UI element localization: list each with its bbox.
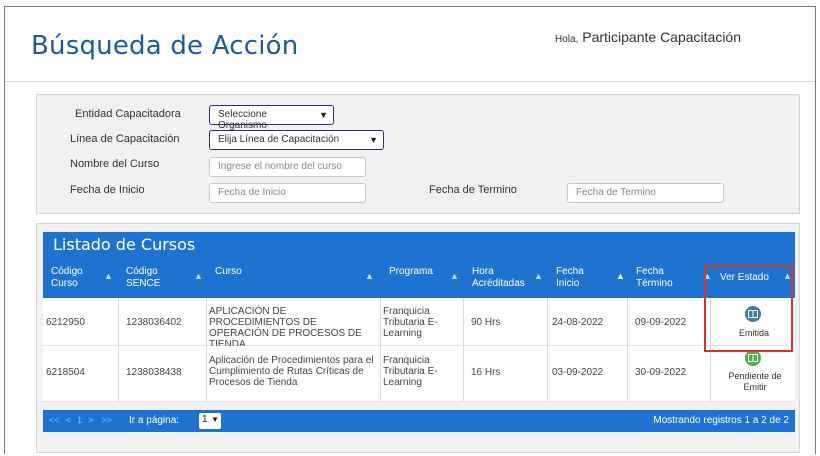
page-select-value: 1 [202, 414, 208, 425]
cell-divider [547, 298, 548, 345]
course-listing: Listado de Cursos Código Curso ▲︎ Código… [36, 223, 800, 453]
cell-divider [118, 298, 119, 345]
programa: Franquicia Tributaria E-Learning [383, 306, 438, 339]
pagination-bar: << < 1 > >> Ir a página: 1 ▼ Mostrando r… [43, 410, 795, 432]
cell-divider [463, 346, 464, 401]
nombre-curso-input[interactable]: Ingrese el nombre del curso [209, 157, 366, 177]
goto-page-label: Ir a página: [129, 415, 180, 426]
horas: 16 Hrs [471, 367, 501, 378]
col-fecha-termino[interactable]: Fecha Término [636, 258, 686, 298]
sort-icon[interactable]: ▲ [534, 271, 543, 281]
estado-label: Pendiente de Emitir [728, 371, 782, 392]
sort-asc-icon[interactable]: ▲ [616, 271, 625, 281]
fecha-termino: 30-09-2022 [635, 367, 687, 378]
chevron-down-icon: ▼ [211, 415, 219, 424]
fecha-inicio-label: Fecha de Inicio [70, 184, 145, 196]
cell-divider [206, 298, 207, 345]
col-codigo-curso[interactable]: Código Curso [51, 258, 99, 298]
fecha-termino-input[interactable]: Fecha de Termino [567, 183, 724, 203]
title-divider [5, 81, 815, 82]
entidad-label: Entidad Capacitadora [75, 108, 181, 120]
last-page-button[interactable]: >> [101, 415, 112, 425]
fecha-termino: 09-09-2022 [635, 317, 687, 328]
curso-name: Aplicación de Procedimientos para el Cum… [209, 355, 374, 388]
cell-divider [463, 298, 464, 345]
linea-select[interactable]: Elija Línea de Capacitación ▼ [209, 130, 384, 150]
chevron-down-icon: ▼ [369, 135, 378, 145]
cell-divider [547, 346, 548, 401]
cell-divider [380, 346, 381, 401]
book-glyph [748, 354, 758, 362]
linea-label: Línea de Capacitación [70, 133, 180, 145]
codigo-sence: 1238036402 [126, 317, 182, 328]
page-select[interactable]: 1 ▼ [199, 413, 221, 429]
table-row: 6212950 1238036402 APLICACIÓN DE PROCEDI… [43, 298, 795, 350]
entidad-select[interactable]: Seleccione Organismo ▼ [209, 105, 334, 131]
certificate-icon[interactable] [745, 350, 761, 366]
fecha-inicio: 24-08-2022 [552, 317, 604, 328]
sort-icon[interactable]: ▲︎ [104, 271, 113, 281]
table-header: Código Curso ▲︎ Código SENCE ▲ Curso ▲ P… [43, 258, 795, 298]
sort-icon[interactable]: ▲ [365, 271, 374, 281]
fecha-inicio: 03-09-2022 [552, 367, 604, 378]
cell-divider [710, 346, 711, 401]
col-curso[interactable]: Curso [215, 258, 365, 298]
linea-value: Elija Línea de Capacitación [218, 134, 340, 145]
greeting-prefix: Hola, [555, 34, 579, 45]
programa: Franquicia Tributaria E-Learning [383, 355, 438, 388]
codigo-curso: 6218504 [46, 367, 85, 378]
col-codigo-sence[interactable]: Código SENCE [126, 258, 174, 298]
user-greeting: Hola, Participante Capacitación [555, 29, 741, 45]
entidad-value: Seleccione Organismo [218, 109, 267, 131]
col-fecha-inicio[interactable]: Fecha Inicio [556, 258, 606, 298]
codigo-sence: 1238038438 [126, 367, 182, 378]
search-filters: Entidad Capacitadora Seleccione Organism… [36, 94, 800, 214]
cell-divider [206, 346, 207, 401]
col-horas[interactable]: Hora Acréditadas [472, 258, 532, 298]
nombre-label: Nombre del Curso [70, 158, 160, 170]
table-row: 6218504 1238038438 Aplicación de Procedi… [43, 346, 795, 402]
cell-divider [627, 346, 628, 401]
page-title: Búsqueda de Acción [31, 31, 299, 61]
next-page-button[interactable]: > [88, 415, 93, 425]
curso-name: APLICACIÓN DE PROCEDIMIENTOS DE OPERACIÓ… [209, 306, 362, 350]
prev-page-button[interactable]: < [66, 415, 71, 425]
user-name: Participante Capacitación [582, 29, 742, 45]
page-number-button[interactable]: 1 [77, 415, 82, 425]
records-info: Mostrando registros 1 a 2 de 2 [653, 415, 789, 426]
fecha-inicio-input[interactable]: Fecha de Inicio [209, 183, 366, 203]
cell-divider [380, 298, 381, 345]
ver-estado-highlight [704, 265, 793, 352]
sort-icon[interactable]: ▲ [450, 271, 459, 281]
listing-title: Listado de Cursos [43, 232, 795, 258]
horas: 90 Hrs [471, 317, 501, 328]
first-page-button[interactable]: << [49, 415, 60, 425]
fecha-termino-label: Fecha de Termino [429, 184, 517, 196]
codigo-curso: 6212950 [46, 317, 85, 328]
cell-divider [118, 346, 119, 401]
cell-divider [627, 298, 628, 345]
sort-icon[interactable]: ▲ [194, 271, 203, 281]
col-programa[interactable]: Programa [389, 258, 449, 298]
chevron-down-icon: ▼ [319, 110, 328, 120]
